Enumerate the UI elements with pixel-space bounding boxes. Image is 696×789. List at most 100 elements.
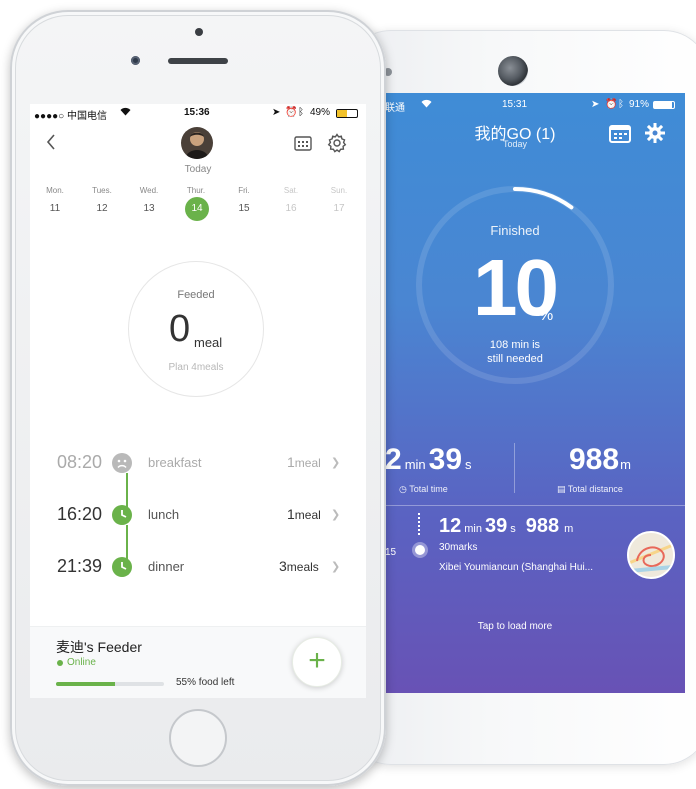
total-time-value: 2 min 39 s [385, 443, 475, 477]
feeded-label: Feeded [177, 289, 215, 301]
total-distance-number: 988 [569, 443, 620, 476]
meal-row-dinner[interactable]: 21:39 dinner 3meals ❯ [30, 552, 366, 582]
bluetooth-icon: ᛒ [618, 99, 624, 110]
battery-icon [653, 101, 675, 109]
day-number[interactable]: 16 [276, 203, 306, 214]
back-phone-speaker [498, 56, 528, 86]
today-date-badge[interactable]: 14 [185, 197, 209, 221]
food-level-fill [56, 682, 116, 686]
food-level-bar [56, 682, 164, 686]
day-number[interactable]: 11 [40, 203, 70, 214]
route-map-thumbnail[interactable] [627, 531, 675, 579]
chevron-right-icon: ❯ [331, 509, 341, 521]
calendar-icon[interactable] [609, 123, 631, 148]
calendar-icon[interactable] [294, 135, 312, 156]
chevron-right-icon: ❯ [331, 561, 341, 573]
total-time-label-row: ◷ Total time [399, 484, 448, 495]
front-status-carrier: ●●●●○ 中国电信 [34, 111, 107, 122]
meal-qty: 1meal [287, 506, 321, 522]
food-left-text: 55% food left [176, 677, 235, 688]
back-status-time: 15:31 [502, 99, 528, 110]
back-status-carrier: 联通 [385, 103, 405, 114]
back-phone-screen: 联通 15:31 ➤ ⏰ ᛒ 91% 我的GO (1) Today Finish… [385, 93, 685, 693]
feeded-count: 0 [169, 308, 191, 350]
meal-row-breakfast[interactable]: 08:20 breakfast 1meal ❯ [30, 448, 366, 478]
add-meal-button[interactable]: + [292, 637, 342, 687]
clock-icon [112, 505, 132, 525]
clock-icon: ◷ [399, 484, 407, 494]
today-label: Today [184, 164, 212, 175]
front-status-time: 15:36 [184, 107, 210, 118]
back-status-battery: 91% [629, 99, 650, 110]
front-phone-screen: ●●●●○ 中国电信 15:36 ➤ ⏰ ᛒ 49% Today Mon. 11 T… [30, 104, 366, 698]
meal-time: 21:39 [57, 556, 103, 576]
chevron-right-icon: ❯ [331, 457, 341, 469]
day-name: Thur. [186, 186, 206, 195]
settings-gear-icon[interactable] [327, 133, 347, 158]
record-location: Xibei Youmiancun (Shanghai Hui... [439, 562, 593, 573]
bluetooth-icon: ᛒ [298, 107, 304, 118]
meal-qty: 1meal [287, 454, 321, 470]
wifi-icon [120, 107, 131, 119]
feeder-name: 麦迪's Feeder [56, 639, 142, 655]
alarm-icon: ⏰ [285, 107, 298, 118]
day-number[interactable]: 17 [324, 203, 354, 214]
plan-label: Plan 4meals [168, 362, 224, 373]
meal-time: 08:20 [57, 452, 103, 472]
alarm-icon: ⏰ [605, 99, 618, 110]
front-proximity-sensor [131, 56, 140, 65]
record-sec-unit: s [510, 523, 516, 535]
front-speaker [168, 58, 228, 64]
day-name: Fri. [238, 186, 250, 195]
record-distance-unit: m [564, 523, 574, 535]
day-name: Mon. [46, 186, 64, 195]
avatar[interactable] [181, 127, 213, 159]
record-sec: 39 [484, 515, 508, 537]
record-min-unit: min [464, 523, 482, 535]
day-name: Sat. [283, 186, 299, 195]
battery-icon [336, 109, 358, 118]
map-icon: ▤ [557, 484, 566, 494]
front-status-battery: 49% [310, 107, 331, 118]
total-distance-value: 988m [569, 443, 631, 477]
day-number[interactable]: 12 [87, 203, 117, 214]
total-time-label: Total time [409, 484, 448, 494]
location-arrow-icon: ➤ [591, 99, 600, 110]
wifi-icon [421, 99, 432, 111]
remaining-text: 108 min is still needed [385, 338, 645, 366]
meal-time: 16:20 [57, 504, 103, 524]
day-number[interactable]: 15 [229, 203, 259, 214]
stats-divider [514, 443, 515, 493]
day-name: Sun. [330, 186, 348, 195]
feeding-summary-circle [128, 261, 264, 397]
day-number[interactable]: 13 [134, 203, 164, 214]
remaining-line-2: still needed [487, 353, 543, 365]
day-name: Tues. [92, 186, 112, 195]
meal-name: breakfast [148, 455, 202, 470]
meal-name: lunch [148, 507, 180, 522]
record-marks: 30marks [439, 542, 478, 553]
total-time-sec: 39 [428, 443, 463, 476]
total-time-min: 2 [385, 443, 402, 476]
total-distance-label: Total distance [567, 484, 623, 494]
meal-row-lunch[interactable]: 16:20 lunch 1meal ❯ [30, 500, 366, 530]
meal-qty: 3meals [279, 558, 319, 574]
section-divider [385, 505, 685, 506]
gear-icon[interactable] [645, 123, 665, 148]
sad-face-icon [112, 453, 132, 473]
record-distance: 988 [525, 515, 560, 537]
remaining-line-1: 108 min is [489, 339, 541, 351]
total-time-min-unit: min [404, 457, 426, 472]
load-more-button[interactable]: Tap to load more [385, 621, 645, 632]
record-date: 15 [385, 547, 397, 558]
record-min: 12 [439, 515, 462, 537]
progress-label: Finished [490, 223, 540, 238]
timeline-dots [418, 513, 422, 535]
total-time-sec-unit: s [465, 457, 472, 472]
home-button[interactable] [169, 709, 227, 767]
day-name: Wed. [139, 186, 159, 195]
back-arrow-icon[interactable] [46, 134, 56, 155]
online-status: Online [67, 657, 96, 668]
total-distance-unit: m [620, 457, 631, 472]
feeded-unit: meal [194, 335, 223, 350]
